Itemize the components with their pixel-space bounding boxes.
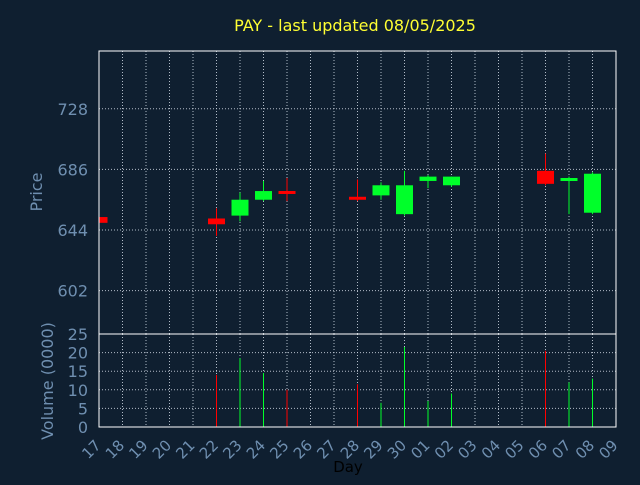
volume-tick-label: 5: [78, 399, 88, 418]
candle-body: [255, 191, 272, 200]
price-tick-label: 602: [57, 282, 88, 301]
candle-body: [443, 176, 460, 186]
candle-body: [278, 191, 296, 194]
candle: [443, 176, 460, 187]
candle: [584, 172, 601, 215]
price-tick-label: 728: [57, 100, 88, 119]
candle-body: [537, 170, 554, 184]
price-axis-label: Price: [27, 172, 46, 211]
candle-body: [99, 217, 108, 223]
candlestick-chart: 6026446867280510152025171819202122232425…: [0, 0, 640, 480]
price-tick-label: 686: [57, 160, 88, 179]
volume-tick-label: 20: [68, 344, 88, 363]
volume-tick-label: 15: [68, 362, 88, 381]
candle-body: [396, 185, 413, 215]
chart-title: PAY - last updated 08/05/2025: [234, 16, 476, 35]
candle-body: [231, 199, 249, 216]
candle-body: [560, 178, 578, 182]
candle-body: [349, 196, 366, 200]
volume-tick-label: 25: [68, 325, 88, 344]
candle-body: [208, 218, 225, 225]
x-axis-label: Day: [333, 458, 363, 476]
volume-tick-label: 10: [68, 381, 88, 400]
candle-body: [584, 173, 601, 213]
candle-body: [419, 176, 437, 181]
candle-body: [372, 185, 390, 196]
price-tick-label: 644: [57, 221, 88, 240]
volume-tick-label: 0: [78, 418, 88, 437]
chart-root: 602 644 686 728 0 5 10 15 20 25 17 18 19 20 21 22 23 24 25…: [0, 0, 640, 480]
volume-axis-label: Volume (0000): [38, 322, 57, 440]
